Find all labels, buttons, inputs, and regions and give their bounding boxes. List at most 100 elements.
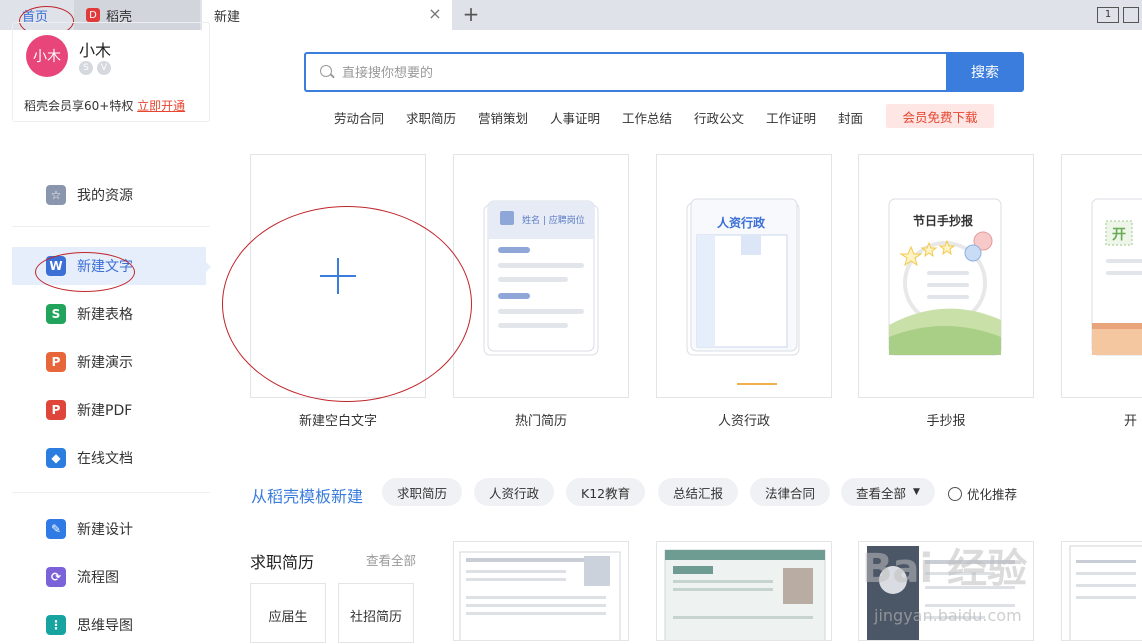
tab-new[interactable]: 新建 ×	[202, 0, 452, 30]
smile-icon	[948, 486, 962, 501]
card-label-partial: 开	[1124, 414, 1138, 429]
optimize-label: 优化推荐	[967, 487, 1018, 502]
sidebar-item-new-presentation[interactable]: P 新建演示	[12, 343, 206, 381]
sidebar-item-label: 流程图	[77, 570, 119, 586]
sidebar-item-label: 新建文字	[77, 259, 133, 275]
opening-thumbnail: 开	[1091, 198, 1142, 356]
hot-link-work-summary[interactable]: 工作总结	[622, 108, 672, 127]
sidebar-item-new-pdf[interactable]: P 新建PDF	[12, 391, 206, 429]
spreadsheet-icon: S	[46, 304, 66, 324]
sidebar-item-label: 新建演示	[77, 355, 133, 371]
avatar[interactable]: 小木	[26, 35, 68, 77]
template-thumb-2-art	[664, 549, 826, 640]
caret-down-icon: ▼	[913, 487, 920, 497]
template-thumb-2[interactable]	[656, 541, 832, 641]
hr-title-text: 人资行政	[717, 215, 766, 230]
resume-header-text: 姓名 | 应聘岗位	[522, 214, 585, 226]
presentation-icon: P	[46, 352, 66, 372]
chip-hr[interactable]: 人资行政	[474, 478, 555, 506]
active-indicator	[206, 262, 211, 272]
chip-legal[interactable]: 法律合同	[750, 478, 831, 506]
sidebar-item-label: 新建PDF	[77, 403, 133, 419]
opening-card[interactable]: 开	[1061, 154, 1142, 398]
flowchart-icon: ⟳	[46, 567, 66, 587]
template-section-title: 从稻壳模板新建	[251, 487, 364, 506]
hot-link-official-doc[interactable]: 行政公文	[694, 108, 744, 127]
handwrite-thumbnail: 节日手抄报	[888, 198, 1002, 356]
chip-k12[interactable]: K12教育	[566, 478, 646, 506]
optimize-recommend[interactable]: 优化推荐	[948, 484, 1017, 503]
opening-title-text: 开	[1112, 227, 1126, 243]
sidebar-item-new-spreadsheet[interactable]: S 新建表格	[12, 295, 206, 333]
user-badges: S V	[79, 61, 111, 75]
category-social-recruit[interactable]: 社招简历	[338, 583, 414, 643]
user-name: 小木	[79, 41, 112, 60]
handwrite-title-text: 节日手抄报	[913, 213, 973, 228]
template-thumb-4[interactable]	[1061, 541, 1142, 641]
tab-new-label: 新建	[214, 9, 241, 25]
sidebar-item-new-design[interactable]: ✎ 新建设计	[12, 510, 206, 548]
template-thumb-4-art	[1069, 545, 1142, 640]
sidebar-item-mindmap[interactable]: ⋮ 思维导图	[12, 606, 206, 644]
category-graduate[interactable]: 应届生	[250, 583, 326, 643]
hot-link-work-proof[interactable]: 工作证明	[766, 108, 816, 127]
search-button[interactable]: 搜索	[946, 52, 1024, 92]
vip-promo: 稻壳会员享60+特权 立即开通	[24, 97, 185, 114]
sidebar-item-new-writer[interactable]: W 新建文字	[12, 247, 206, 285]
template-thumb-1-art	[459, 551, 621, 640]
sidebar-divider	[12, 492, 210, 493]
s-badge-icon: S	[79, 61, 93, 75]
card-label-hr: 人资行政	[717, 414, 770, 429]
template-thumb-1[interactable]	[453, 541, 629, 641]
window-layout-icon[interactable]	[1123, 7, 1139, 23]
sidebar-divider	[12, 226, 210, 227]
chip-view-all-label: 查看全部	[856, 485, 907, 501]
sidebar-item-label: 我的资源	[77, 188, 133, 204]
handwrite-card[interactable]: 节日手抄报	[858, 154, 1034, 398]
watermark-url: jingyan.baidu.com	[874, 606, 1022, 625]
user-card[interactable]: 小木 小木 S V 稻壳会员享60+特权 立即开通	[12, 22, 210, 122]
chip-resume[interactable]: 求职简历	[382, 478, 463, 506]
chip-view-all[interactable]: 查看全部 ▼	[841, 478, 935, 506]
watermark: Bai 经验	[862, 546, 1028, 592]
v-badge-icon: V	[97, 61, 111, 75]
vip-free-download-button[interactable]: 会员免费下载	[886, 104, 994, 128]
design-icon: ✎	[46, 519, 66, 539]
sidebar-item-label: 新建设计	[77, 522, 133, 538]
daoke-logo-icon: D	[86, 8, 100, 22]
chip-summary[interactable]: 总结汇报	[658, 478, 739, 506]
pdf-icon: P	[46, 400, 66, 420]
hot-link-marketing[interactable]: 营销策划	[478, 108, 528, 127]
plus-icon-vertical	[337, 258, 339, 294]
resume-card[interactable]: 姓名 | 应聘岗位	[453, 154, 629, 398]
hr-card[interactable]: 人资行政	[656, 154, 832, 398]
hot-link-cover[interactable]: 封面	[838, 108, 863, 127]
writer-icon: W	[46, 256, 66, 276]
hot-link-hr-certificate[interactable]: 人事证明	[550, 108, 600, 127]
sidebar-item-label: 新建表格	[77, 307, 133, 323]
sidebar-item-label: 在线文档	[77, 451, 133, 467]
vip-promo-text: 稻壳会员享60+特权	[24, 99, 134, 113]
hot-link-resume[interactable]: 求职简历	[406, 108, 456, 127]
vip-open-link[interactable]: 立即开通	[137, 99, 185, 113]
add-tab-button[interactable]: +	[460, 3, 482, 27]
cloud-doc-icon: ◆	[46, 448, 66, 468]
close-icon[interactable]: ×	[428, 6, 442, 22]
sidebar-item-my-resources[interactable]: ☆ 我的资源	[12, 176, 206, 214]
search-icon	[320, 65, 332, 77]
card-label-resume: 热门简历	[514, 414, 567, 429]
hot-link-labor-contract[interactable]: 劳动合同	[334, 108, 384, 127]
resume-section-title: 求职简历	[250, 553, 315, 572]
hr-thumbnail: 人资行政	[686, 198, 800, 385]
sidebar-item-online-doc[interactable]: ◆ 在线文档	[12, 439, 206, 477]
search-box	[304, 52, 948, 92]
sidebar-item-label: 思维导图	[77, 618, 133, 634]
search-input[interactable]	[342, 54, 932, 90]
sidebar-item-flowchart[interactable]: ⟳ 流程图	[12, 558, 206, 596]
card-label-handwrite: 手抄报	[926, 414, 966, 429]
resume-thumbnail: 姓名 | 应聘岗位	[483, 200, 599, 356]
mindmap-icon: ⋮	[46, 615, 66, 635]
star-icon: ☆	[46, 185, 66, 205]
tab-count-icon[interactable]: 1	[1097, 7, 1119, 23]
resume-view-all-link[interactable]: 查看全部	[366, 550, 416, 569]
